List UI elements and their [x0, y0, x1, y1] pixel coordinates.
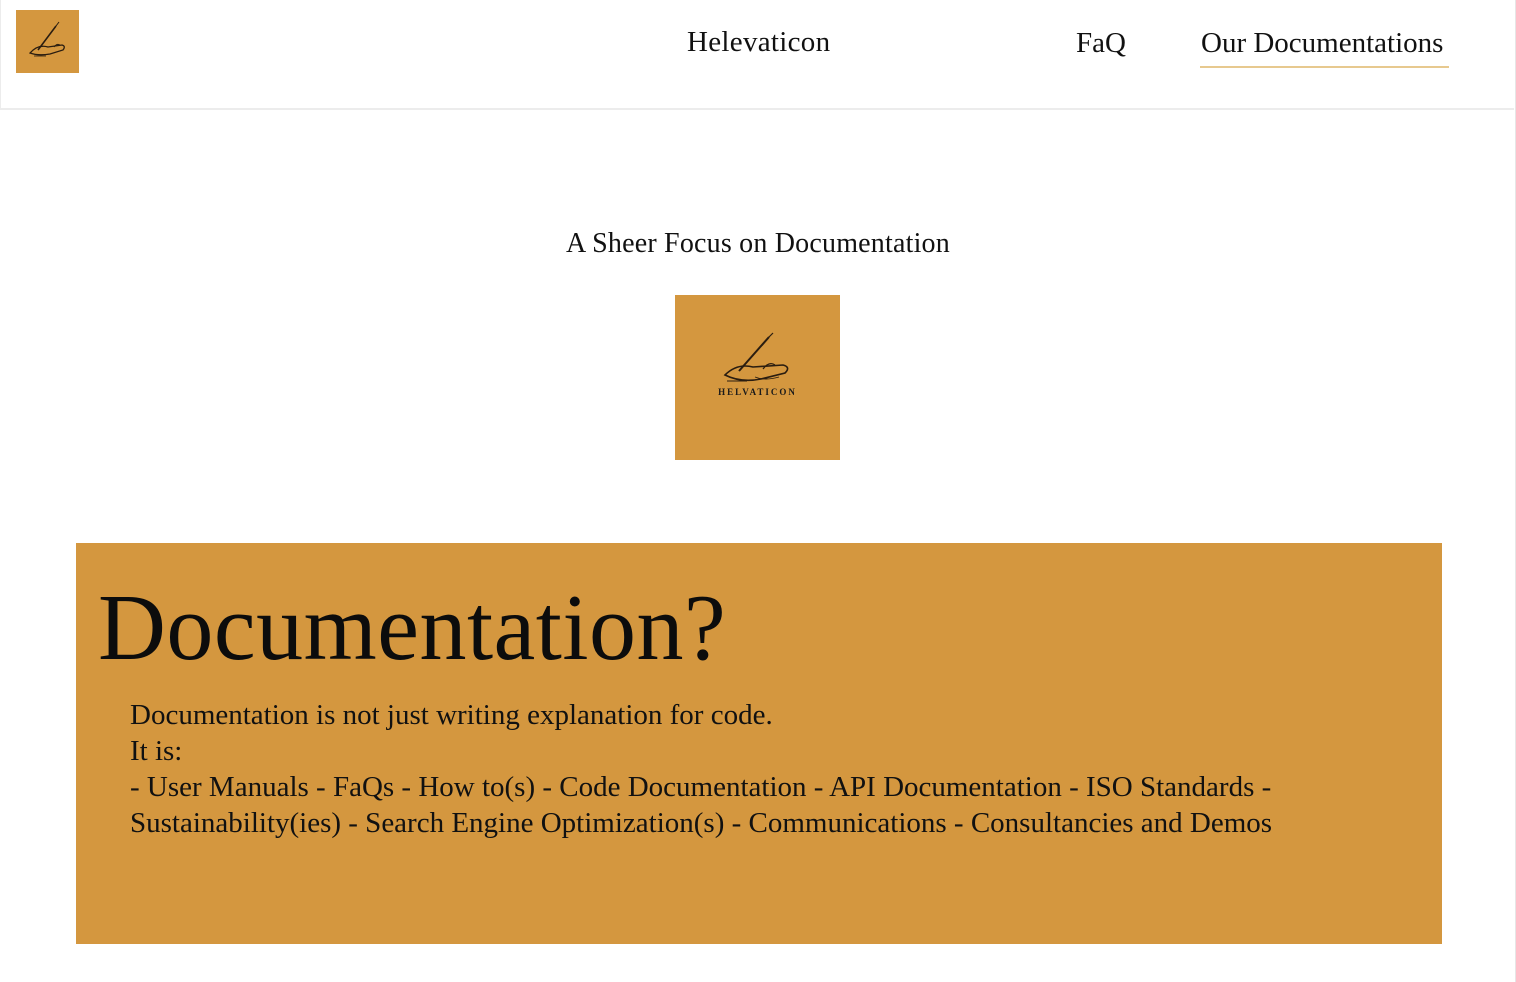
- hero-logo: HELVATICON: [675, 295, 840, 460]
- page: Helevaticon FaQ Our Documentations A She…: [0, 0, 1516, 982]
- brand-name-link[interactable]: Helevaticon: [687, 26, 830, 59]
- panel-line-list: - User Manuals - FaQs - How to(s) - Code…: [130, 771, 1273, 839]
- panel-title: Documentation?: [98, 576, 727, 680]
- panel-line-it-is: It is:: [130, 735, 183, 767]
- documentation-panel: Documentation? Documentation is not just…: [76, 543, 1442, 944]
- hero-tagline: A Sheer Focus on Documentation: [566, 228, 950, 259]
- nav-item-our-documentations[interactable]: Our Documentations: [1200, 27, 1450, 68]
- panel-body: Documentation is not just writing explan…: [130, 697, 1310, 841]
- logo-wordmark: HELVATICON: [718, 387, 797, 397]
- quill-hand-icon: [723, 332, 789, 382]
- header-logo[interactable]: [16, 10, 79, 73]
- quill-hand-icon: [28, 21, 65, 57]
- nav-item-faq[interactable]: FaQ: [1076, 27, 1126, 60]
- panel-line-intro: Documentation is not just writing explan…: [130, 699, 773, 731]
- site-header: Helevaticon FaQ Our Documentations: [0, 0, 1514, 110]
